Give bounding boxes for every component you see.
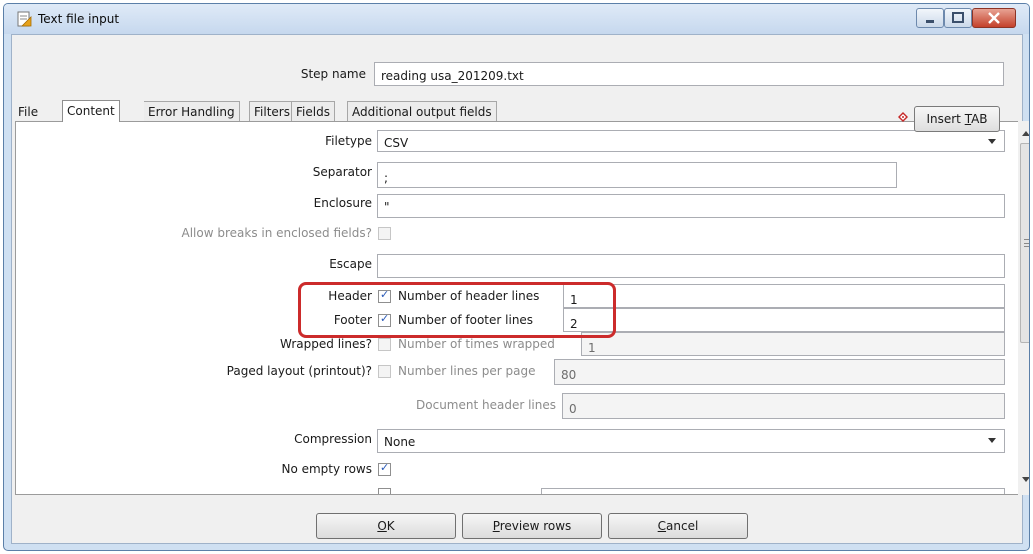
- grip-icon: [1024, 239, 1029, 247]
- dialog-body: Step name reading usa_201209.txt File Co…: [11, 34, 1029, 544]
- close-icon: [988, 12, 1000, 24]
- enclosure-input[interactable]: ": [377, 194, 1005, 218]
- ok-accel: O: [377, 519, 387, 533]
- tab-content[interactable]: Content: [62, 100, 120, 122]
- no-empty-rows-checkbox[interactable]: [378, 461, 391, 476]
- times-wrapped-label: Number of times wrapped: [398, 337, 555, 351]
- preview-rows-button[interactable]: Preview rows: [462, 513, 602, 539]
- compression-label: Compression: [294, 432, 372, 446]
- escape-label: Escape: [329, 257, 372, 271]
- maximize-button[interactable]: [944, 8, 972, 28]
- filetype-label: Filetype: [325, 134, 372, 148]
- paged-layout-checkbox[interactable]: [378, 365, 391, 378]
- scroll-down-arrow-icon[interactable]: [1022, 477, 1029, 482]
- ok-button[interactable]: OK: [316, 513, 456, 539]
- next-row-input[interactable]: [541, 488, 1005, 494]
- allow-breaks-checkbox[interactable]: [378, 227, 391, 240]
- footer-lines-input[interactable]: 2: [563, 308, 1005, 332]
- dialog-window: Text file input Step name reading usa_20…: [3, 3, 1030, 551]
- compression-value: None: [384, 435, 416, 449]
- filetype-value: CSV: [384, 136, 409, 150]
- header-lines-input[interactable]: 1: [563, 284, 1005, 308]
- separator-label: Separator: [312, 165, 372, 179]
- filetype-select[interactable]: CSV: [377, 130, 1005, 152]
- step-name-input[interactable]: reading usa_201209.txt: [374, 62, 1004, 86]
- chevron-down-icon: [988, 139, 996, 144]
- tab-filters[interactable]: Filters: [249, 101, 295, 122]
- text-file-icon: [17, 11, 32, 27]
- compression-select[interactable]: None: [377, 429, 1005, 453]
- insert-tab-button[interactable]: Insert TAB: [914, 106, 1000, 132]
- minimize-button[interactable]: [916, 8, 944, 28]
- escape-input[interactable]: [377, 254, 1005, 278]
- vertical-scrollbar[interactable]: [1018, 121, 1029, 495]
- cancel-button[interactable]: Cancel: [608, 513, 748, 539]
- close-button[interactable]: [972, 8, 1016, 28]
- preview-accel: P: [492, 519, 500, 533]
- ok-rest: K: [386, 519, 395, 533]
- insert-tab-label-pre: Insert: [926, 112, 965, 126]
- lines-per-page-label: Number lines per page: [398, 364, 536, 378]
- preview-rest: review rows: [499, 519, 572, 533]
- scrollbar-thumb[interactable]: [1020, 143, 1029, 343]
- document-header-lines-label: Document header lines: [416, 398, 556, 412]
- separator-input[interactable]: ;: [377, 162, 897, 188]
- chevron-down-icon: [988, 438, 996, 443]
- next-row-checkbox[interactable]: [378, 488, 391, 494]
- cancel-accel: C: [657, 519, 667, 533]
- maximize-icon: [952, 12, 964, 23]
- scroll-up-arrow-icon[interactable]: [1022, 131, 1029, 136]
- tab-additional-output-fields[interactable]: Additional output fields: [347, 101, 497, 122]
- allow-breaks-label: Allow breaks in enclosed fields?: [181, 226, 372, 240]
- header-footer-highlight: [298, 282, 616, 338]
- wrapped-lines-label: Wrapped lines?: [280, 337, 372, 351]
- enclosure-label: Enclosure: [313, 196, 372, 210]
- tab-fields[interactable]: Fields: [291, 101, 335, 122]
- variable-diamond-icon: [898, 112, 908, 122]
- cancel-rest: ancel: [666, 519, 699, 533]
- paged-layout-label: Paged layout (printout)?: [226, 364, 372, 378]
- step-name-label: Step name: [300, 67, 366, 81]
- no-empty-rows-label: No empty rows: [281, 462, 372, 476]
- insert-tab-label-post: AB: [971, 112, 988, 126]
- wrapped-lines-checkbox[interactable]: [378, 338, 391, 351]
- title-bar[interactable]: Text file input: [4, 4, 1029, 34]
- times-wrapped-input[interactable]: 1: [581, 332, 1005, 356]
- document-header-lines-input[interactable]: 0: [562, 393, 1005, 419]
- lines-per-page-input[interactable]: 80: [554, 359, 1005, 385]
- minimize-icon: [926, 20, 934, 23]
- window-title: Text file input: [38, 12, 120, 26]
- tab-error-handling[interactable]: Error Handling: [144, 101, 240, 122]
- tab-file[interactable]: File: [14, 102, 42, 123]
